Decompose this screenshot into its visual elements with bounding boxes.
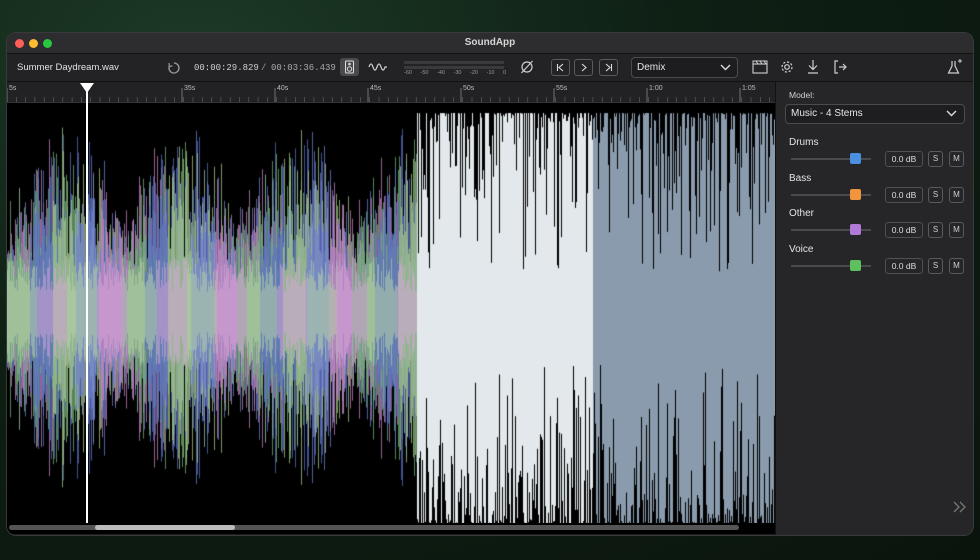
playhead-line[interactable] <box>86 83 88 523</box>
skip-back-icon <box>556 63 564 72</box>
gear-icon[interactable] <box>779 59 795 75</box>
stems-panel: Model: Music - 4 Stems Drums 0.0 dB S M Bass… <box>775 82 973 535</box>
skip-forward-icon <box>605 63 613 72</box>
phase-invert-icon[interactable] <box>519 59 535 75</box>
model-value: Music - 4 Stems <box>791 108 863 119</box>
skip-back-button[interactable] <box>551 59 570 76</box>
ruler-tick-label: 50s <box>463 85 475 92</box>
meter-scale-label: -30 <box>453 70 462 76</box>
skip-forward-button[interactable] <box>599 59 618 76</box>
stem-slider-knob[interactable] <box>850 153 861 164</box>
stem-label: Other <box>789 208 815 219</box>
stem-slider-knob[interactable] <box>850 188 861 200</box>
mode-value: Demix <box>637 62 666 73</box>
window-title: SoundApp <box>464 37 516 48</box>
stem-db-field[interactable]: 0.0 dB <box>885 186 923 203</box>
expand-chevrons-icon[interactable] <box>952 500 968 514</box>
horizontal-scrollbar[interactable] <box>7 523 775 533</box>
stem-slider-knob[interactable] <box>850 224 861 235</box>
ruler-ticks: 5s 35s 40s 45s 50s 55s 1:00 1:05 <box>7 85 770 102</box>
play-icon <box>581 63 587 72</box>
ruler-tick-label: 40s <box>277 85 289 92</box>
mode-dropdown[interactable]: Demix <box>631 57 738 78</box>
model-label: Model: <box>789 90 815 100</box>
meter-scale: -60 -50 -40 -30 -20 -10 0 <box>402 70 512 78</box>
stem-solo-button[interactable]: S <box>928 151 943 167</box>
speaker-button[interactable] <box>340 58 359 76</box>
total-time: 00:03:36.439 <box>271 63 336 73</box>
app-window: SoundApp Summer Daydream.wav 00:00:29.82… <box>7 33 973 535</box>
scrollbar-thumb[interactable] <box>95 525 235 530</box>
stem-db-field[interactable]: 0.0 dB <box>885 257 923 274</box>
play-button[interactable] <box>574 59 593 76</box>
model-dropdown[interactable]: Music - 4 Stems <box>785 104 965 124</box>
ruler-tick-label: 35s <box>184 85 196 92</box>
current-time: 00:00:29.829 <box>194 63 259 73</box>
refresh-icon[interactable] <box>167 61 181 75</box>
stem-mute-button[interactable]: M <box>949 186 964 203</box>
stem-solo-button[interactable]: S <box>928 222 943 238</box>
meter-scale-label: -50 <box>420 70 429 76</box>
clapperboard-icon[interactable] <box>752 60 768 74</box>
chevron-down-icon <box>946 110 957 117</box>
waveform-icon[interactable] <box>368 60 388 74</box>
stem-db-field[interactable]: 0.0 dB <box>885 151 923 167</box>
chevron-down-icon <box>720 64 731 71</box>
playhead-marker[interactable] <box>79 82 95 94</box>
stem-db-field[interactable]: 0.0 dB <box>885 222 923 238</box>
stem-solo-button[interactable]: S <box>928 257 943 274</box>
toolbar: Summer Daydream.wav 00:00:29.829 / 00:03… <box>7 54 973 82</box>
meter-scale-label: -60 <box>404 70 412 76</box>
waveform-view[interactable] <box>7 83 775 534</box>
stem-mute-button[interactable]: M <box>949 151 964 167</box>
stem-label: Bass <box>789 172 812 184</box>
stem-mute-button[interactable]: M <box>949 222 964 238</box>
meter-scale-label: -20 <box>470 70 478 76</box>
title-bar: SoundApp <box>7 33 973 54</box>
export-icon[interactable] <box>833 59 848 75</box>
stem-slider-knob[interactable] <box>850 259 861 271</box>
download-icon[interactable] <box>806 59 820 75</box>
meter-scale-label: -40 <box>437 70 445 76</box>
speaker-icon <box>345 60 354 74</box>
ruler-tick-label: 1:05 <box>742 85 756 92</box>
ruler-tick-label: 1:00 <box>649 85 663 92</box>
ruler-tick-label: 45s <box>370 85 382 92</box>
magic-flask-icon[interactable] <box>947 58 963 75</box>
meter-scale-label: 0 <box>503 70 507 76</box>
level-meter: -60 -50 -40 -30 -20 -10 0 <box>402 59 512 79</box>
stem-label: Drums <box>789 137 819 148</box>
ruler-tick-label: 55s <box>556 85 568 92</box>
stem-mute-button[interactable]: M <box>949 257 964 274</box>
stem-label: Voice <box>789 243 814 255</box>
waveform-canvas[interactable] <box>7 103 775 534</box>
meter-bar-right <box>404 66 504 69</box>
meter-bar-left <box>404 61 504 64</box>
stem-solo-button[interactable]: S <box>928 186 943 203</box>
ruler-tick-label: 5s <box>9 85 17 92</box>
time-separator: / <box>261 63 267 73</box>
file-name: Summer Daydream.wav <box>17 62 119 73</box>
meter-scale-label: -10 <box>486 70 495 76</box>
timeline-ruler[interactable]: 5s 35s 40s 45s 50s 55s 1:00 1:05 <box>7 82 775 103</box>
